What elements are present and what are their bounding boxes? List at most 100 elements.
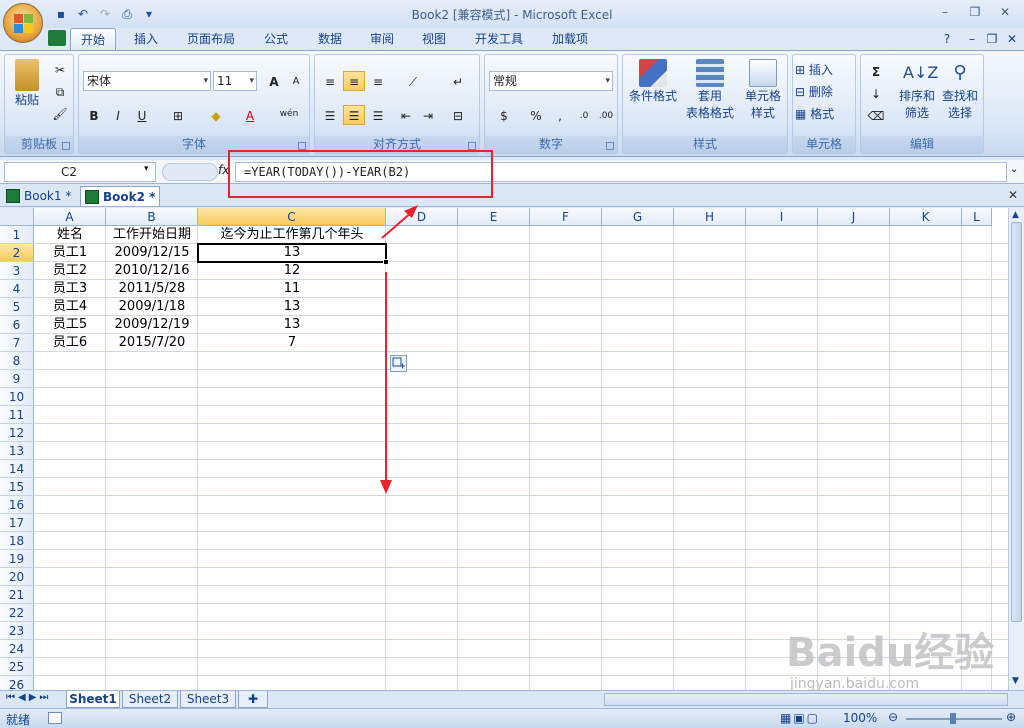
tab-addins[interactable]: 加载项 bbox=[540, 28, 600, 50]
font-color-button[interactable]: A bbox=[239, 105, 261, 125]
number-launcher-icon[interactable] bbox=[606, 142, 614, 150]
restore-button[interactable]: ❐ bbox=[960, 2, 990, 22]
horizontal-scrollbar[interactable] bbox=[604, 693, 1008, 706]
column-header-i[interactable]: I bbox=[746, 208, 818, 226]
workbook-tab-book1[interactable]: Book1 * bbox=[2, 186, 78, 206]
scroll-up-icon[interactable]: ▲ bbox=[1012, 210, 1019, 220]
orientation-icon[interactable]: ⟋ bbox=[399, 71, 427, 91]
autosum-button[interactable]: Σ bbox=[865, 61, 887, 81]
macro-record-icon[interactable] bbox=[48, 712, 62, 724]
column-header-c[interactable]: C bbox=[198, 208, 386, 226]
row-header-2[interactable]: 2 bbox=[0, 244, 34, 262]
increase-decimal-icon[interactable]: .0 bbox=[573, 105, 595, 125]
row-header-22[interactable]: 22 bbox=[0, 604, 34, 622]
fill-handle[interactable] bbox=[383, 259, 389, 265]
sheet-tab-sheet1[interactable]: Sheet1 bbox=[66, 691, 120, 708]
font-name-combo[interactable]: 宋体 ▾ bbox=[83, 71, 211, 91]
header-cell[interactable]: 工作开始日期 bbox=[106, 226, 198, 244]
clipboard-launcher-icon[interactable] bbox=[62, 142, 70, 150]
paste-button[interactable]: 粘贴 bbox=[9, 59, 45, 108]
name-box[interactable]: C2 bbox=[4, 162, 156, 182]
namebox-chevron-icon[interactable]: ▾ bbox=[144, 164, 149, 174]
alignment-launcher-icon[interactable] bbox=[468, 142, 476, 150]
scroll-down-icon[interactable]: ▼ bbox=[1012, 676, 1019, 686]
ribbon-restore-button[interactable]: ❐ bbox=[982, 28, 1002, 50]
format-cells-button[interactable]: ▦ 格式 bbox=[795, 105, 855, 122]
tab-developer[interactable]: 开发工具 bbox=[466, 28, 532, 50]
row-header-17[interactable]: 17 bbox=[0, 514, 34, 532]
row-header-11[interactable]: 11 bbox=[0, 406, 34, 424]
formula-divider-handle[interactable] bbox=[162, 163, 218, 181]
column-header-h[interactable]: H bbox=[674, 208, 746, 226]
font-launcher-icon[interactable] bbox=[298, 142, 306, 150]
data-cell[interactable]: 2015/7/20 bbox=[106, 334, 198, 352]
workbook-tab-book2[interactable]: Book2 * bbox=[80, 186, 160, 206]
row-header-5[interactable]: 5 bbox=[0, 298, 34, 316]
vertical-scrollbar[interactable]: ▲ ▼ bbox=[1008, 208, 1024, 690]
tab-formulas[interactable]: 公式 bbox=[254, 28, 298, 50]
tab-page-layout[interactable]: 页面布局 bbox=[180, 28, 242, 50]
column-header-f[interactable]: F bbox=[530, 208, 602, 226]
insert-cells-button[interactable]: ⊞ 插入 bbox=[795, 61, 855, 78]
column-header-b[interactable]: B bbox=[106, 208, 198, 226]
shrink-font-button[interactable]: A bbox=[285, 71, 307, 91]
row-header-6[interactable]: 6 bbox=[0, 316, 34, 334]
bold-button[interactable]: B bbox=[83, 105, 105, 125]
row-header-14[interactable]: 14 bbox=[0, 460, 34, 478]
fill-icon[interactable]: ↓ bbox=[865, 83, 887, 103]
redo-icon[interactable]: ↷ bbox=[96, 5, 114, 23]
data-cell[interactable]: 2011/5/28 bbox=[106, 280, 198, 298]
column-header-d[interactable]: D bbox=[386, 208, 458, 226]
tab-data[interactable]: 数据 bbox=[308, 28, 352, 50]
row-header-9[interactable]: 9 bbox=[0, 370, 34, 388]
wrap-text-icon[interactable]: ↵ bbox=[447, 71, 469, 91]
conditional-format-button[interactable]: 条件格式 bbox=[625, 59, 681, 104]
data-cell[interactable]: 13 bbox=[198, 316, 386, 334]
auto-fill-options-icon[interactable] bbox=[390, 355, 407, 372]
align-middle-icon[interactable]: ≡ bbox=[343, 71, 365, 91]
data-cell[interactable]: 11 bbox=[198, 280, 386, 298]
row-header-15[interactable]: 15 bbox=[0, 478, 34, 496]
tab-view[interactable]: 视图 bbox=[412, 28, 456, 50]
merge-center-icon[interactable]: ⊟ bbox=[447, 105, 469, 125]
excel-icon[interactable] bbox=[48, 30, 66, 46]
data-cell[interactable]: 13 bbox=[198, 298, 386, 316]
percent-button[interactable]: % bbox=[525, 105, 547, 125]
column-header-l[interactable]: L bbox=[962, 208, 992, 226]
help-icon[interactable]: ? bbox=[936, 28, 958, 50]
data-cell[interactable]: 员工2 bbox=[34, 262, 106, 280]
undo-icon[interactable]: ↶ bbox=[74, 5, 92, 23]
row-header-21[interactable]: 21 bbox=[0, 586, 34, 604]
print-preview-icon[interactable]: ⎙ bbox=[118, 5, 136, 23]
row-header-18[interactable]: 18 bbox=[0, 532, 34, 550]
row-header-12[interactable]: 12 bbox=[0, 424, 34, 442]
zoom-slider-thumb[interactable] bbox=[950, 713, 956, 724]
find-select-button[interactable]: ⚲ 查找和 选择 bbox=[939, 59, 981, 121]
align-top-icon[interactable]: ≡ bbox=[319, 71, 341, 91]
insert-sheet-icon[interactable]: ✚ bbox=[238, 691, 268, 708]
borders-icon[interactable]: ⊞ bbox=[167, 105, 189, 125]
office-button[interactable] bbox=[3, 3, 43, 43]
view-buttons-icon[interactable]: ▦▣▢ bbox=[780, 711, 820, 725]
header-cell[interactable]: 姓名 bbox=[34, 226, 106, 244]
column-header-g[interactable]: G bbox=[602, 208, 674, 226]
sheet-tab-sheet3[interactable]: Sheet3 bbox=[180, 691, 236, 708]
ribbon-close-button[interactable]: ✕ bbox=[1002, 28, 1022, 50]
spreadsheet-grid[interactable]: A B C D E F G H I J K L 1 2 3 4 5 6 7 8 9 10 11 12 13 14 15 16 17 18 1… bbox=[0, 208, 1008, 690]
row-header-7[interactable]: 7 bbox=[0, 334, 34, 352]
align-bottom-icon[interactable]: ≡ bbox=[367, 71, 389, 91]
underline-button[interactable]: U bbox=[131, 105, 153, 125]
phonetic-button[interactable]: wén bbox=[275, 103, 303, 123]
data-cell[interactable]: 员工5 bbox=[34, 316, 106, 334]
save-icon[interactable]: ▪ bbox=[52, 5, 70, 23]
sheet-tab-sheet2[interactable]: Sheet2 bbox=[122, 691, 178, 708]
close-workbook-icon[interactable]: ✕ bbox=[1008, 188, 1018, 202]
fill-color-icon[interactable]: ◆ bbox=[205, 105, 227, 125]
sheet-nav-icon[interactable]: ⏮◀▶⏭ bbox=[6, 692, 51, 703]
row-header-24[interactable]: 24 bbox=[0, 640, 34, 658]
row-header-13[interactable]: 13 bbox=[0, 442, 34, 460]
comma-button[interactable]: , bbox=[549, 105, 571, 125]
customize-qat-icon[interactable]: ▾ bbox=[140, 5, 158, 23]
data-cell[interactable]: 2010/12/16 bbox=[106, 262, 198, 280]
row-header-4[interactable]: 4 bbox=[0, 280, 34, 298]
